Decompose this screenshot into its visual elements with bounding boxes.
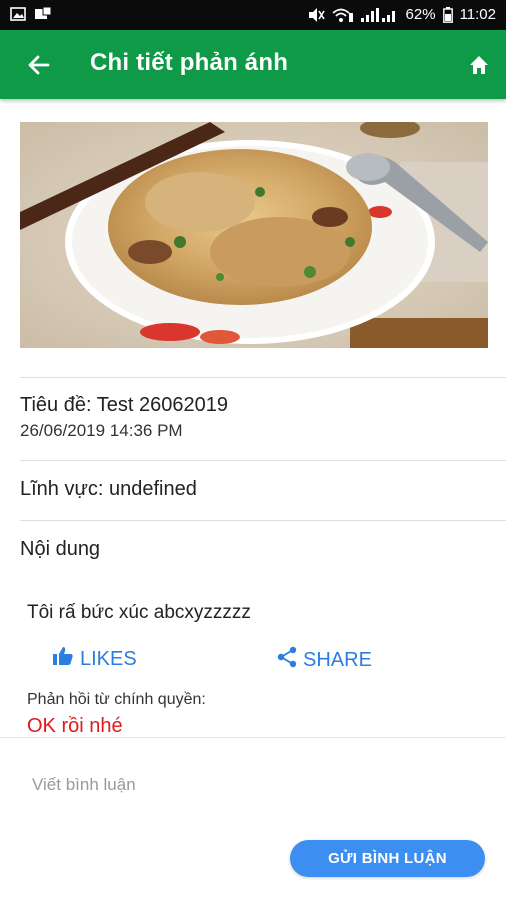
app-bar: Chi tiết phản ánh xyxy=(0,30,506,99)
response-label: Phản hồi từ chính quyền: xyxy=(27,691,206,708)
share-icon xyxy=(277,646,297,674)
response-text: OK rồi nhé xyxy=(27,715,123,737)
gallery-icon xyxy=(10,7,26,21)
report-content: Tôi rấ bức xúc abcxyzzzzz xyxy=(27,602,251,623)
mute-icon xyxy=(307,7,325,23)
like-label: LIKES xyxy=(80,647,137,670)
battery-percent: 62% xyxy=(405,6,436,23)
share-label: SHARE xyxy=(303,648,372,671)
notification-icon xyxy=(34,7,52,21)
report-field: Lĩnh vực: undefined xyxy=(20,478,197,500)
like-button[interactable]: LIKES xyxy=(52,646,137,672)
share-button[interactable]: SHARE xyxy=(277,646,372,674)
home-icon[interactable] xyxy=(468,54,490,76)
report-title: Tiêu đề: Test 26062019 xyxy=(20,394,228,416)
wifi-icon xyxy=(331,7,354,23)
send-comment-button[interactable]: GỬI BÌNH LUẬN xyxy=(290,840,485,877)
status-bar: 62% 11:02 xyxy=(0,0,506,30)
battery-icon xyxy=(442,7,453,23)
thumbs-up-icon xyxy=(52,646,74,672)
divider xyxy=(20,460,506,461)
comment-input[interactable] xyxy=(32,775,472,795)
action-row: LIKES SHARE xyxy=(0,645,506,671)
page-title: Chi tiết phản ánh xyxy=(90,49,289,76)
signal-icon xyxy=(360,8,399,22)
report-photo xyxy=(20,122,488,348)
divider xyxy=(20,377,506,378)
comment-section: GỬI BÌNH LUẬN xyxy=(0,737,506,900)
report-datetime: 26/06/2019 14:36 PM xyxy=(20,421,183,440)
clock: 11:02 xyxy=(459,6,496,23)
divider xyxy=(20,520,506,521)
arrow-left-icon[interactable] xyxy=(24,50,54,80)
content-label: Nội dung xyxy=(20,538,101,560)
